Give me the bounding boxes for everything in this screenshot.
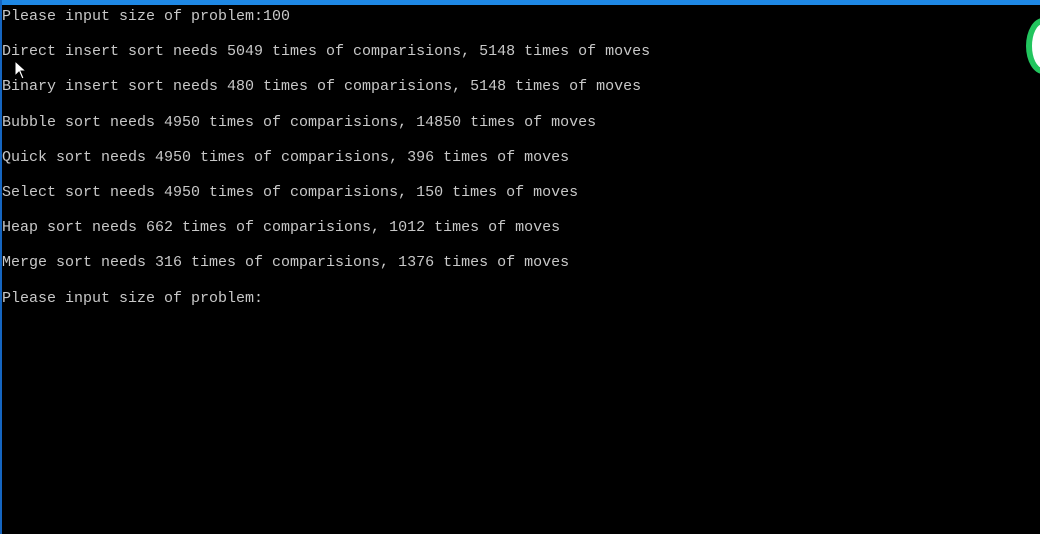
console-line-direct-insert: Direct insert sort needs 5049 times of c… [2, 43, 651, 61]
console-line-heap: Heap sort needs 662 times of comparision… [2, 219, 561, 237]
console-output[interactable]: Please input size of problem:100 Direct … [2, 8, 1012, 325]
console-line-prompt: Please input size of problem:100 [2, 8, 291, 25]
mouse-pointer-icon [14, 60, 28, 80]
window-top-border [0, 0, 1040, 5]
console-line-input-prompt[interactable]: Please input size of problem: [2, 290, 1012, 307]
green-ring-icon[interactable] [1026, 18, 1040, 74]
console-line-binary-insert: Binary insert sort needs 480 times of co… [2, 78, 642, 96]
console-window[interactable]: Please input size of problem:100 Direct … [0, 0, 1040, 534]
console-line-merge: Merge sort needs 316 times of comparisio… [2, 254, 570, 272]
console-line-select: Select sort needs 4950 times of comparis… [2, 183, 579, 201]
console-line-quick: Quick sort needs 4950 times of comparisi… [2, 148, 570, 166]
console-line-bubble: Bubble sort needs 4950 times of comparis… [2, 113, 597, 131]
